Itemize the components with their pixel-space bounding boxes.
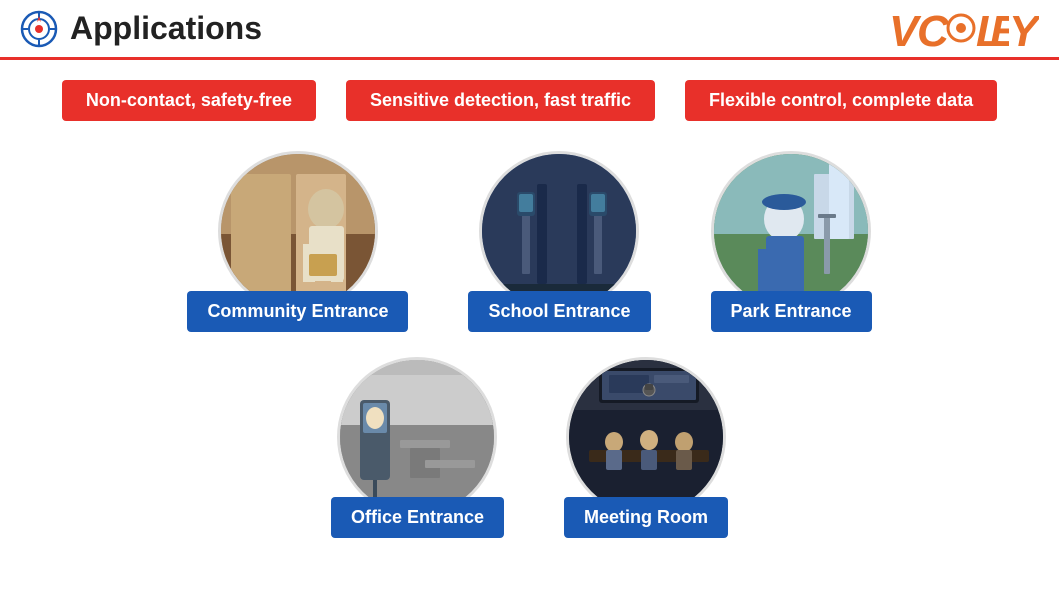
card-park: Park Entrance [711,151,872,332]
cards-section: Community Entrance [0,141,1059,538]
svg-text:C: C [917,7,950,54]
school-label: School Entrance [468,291,650,332]
vcley-logo-icon: V C L E [889,4,1009,54]
svg-text:Y: Y [1009,7,1039,54]
page-title: Applications [70,10,262,47]
card-school: School Entrance [468,151,650,332]
community-image [218,151,378,311]
header: Applications V C L E Y [0,0,1059,60]
feature-badge-2: Sensitive detection, fast traffic [346,80,655,121]
logo: V C L E Y [889,4,1039,54]
park-image [711,151,871,311]
school-image [479,151,639,311]
top-cards-row: Community Entrance [187,151,871,332]
meeting-label: Meeting Room [564,497,728,538]
feature-badge-3: Flexible control, complete data [685,80,997,121]
community-label: Community Entrance [187,291,408,332]
vcley-y-letter: Y [1009,4,1039,54]
card-meeting: Meeting Room [564,357,728,538]
office-label: Office Entrance [331,497,504,538]
meeting-image [566,357,726,517]
svg-text:E: E [990,7,1009,54]
card-community: Community Entrance [187,151,408,332]
office-image [337,357,497,517]
bottom-cards-row: Office Entrance [331,357,728,538]
park-label: Park Entrance [711,291,872,332]
compass-target-icon [20,10,58,48]
feature-badge-1: Non-contact, safety-free [62,80,316,121]
card-office: Office Entrance [331,357,504,538]
features-section: Non-contact, safety-free Sensitive detec… [0,60,1059,141]
